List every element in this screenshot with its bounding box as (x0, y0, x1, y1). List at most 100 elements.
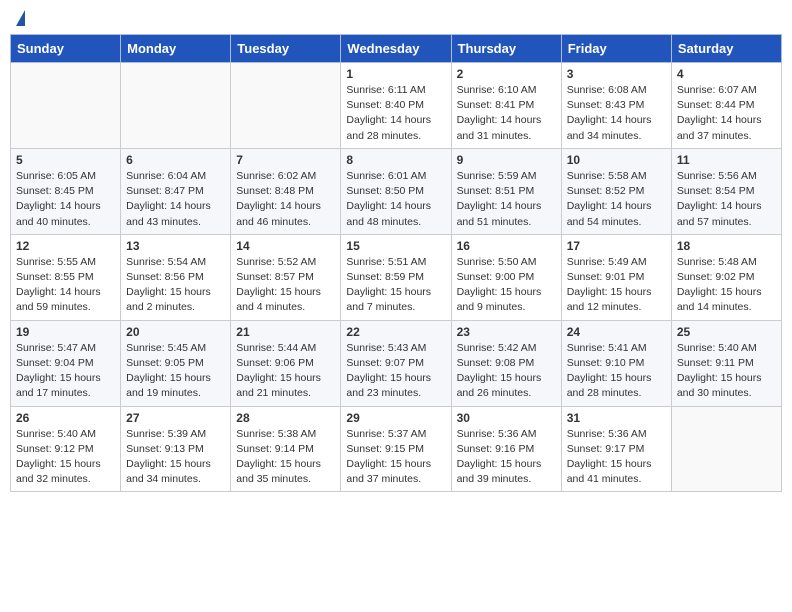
logo-triangle-icon (16, 10, 25, 26)
day-info: Sunrise: 5:40 AM Sunset: 9:11 PM Dayligh… (677, 341, 776, 402)
calendar-cell: 30 Sunrise: 5:36 AM Sunset: 9:16 PM Dayli… (451, 406, 561, 492)
calendar-cell: 5 Sunrise: 6:05 AM Sunset: 8:45 PM Daylig… (11, 148, 121, 234)
day-info: Sunrise: 5:58 AM Sunset: 8:52 PM Dayligh… (567, 169, 666, 230)
calendar-cell: 18 Sunrise: 5:48 AM Sunset: 9:02 PM Dayli… (671, 234, 781, 320)
day-number: 3 (567, 67, 666, 81)
day-info: Sunrise: 5:51 AM Sunset: 8:59 PM Dayligh… (346, 255, 445, 316)
day-number: 16 (457, 239, 556, 253)
calendar-header-thursday: Thursday (451, 35, 561, 63)
calendar-cell: 13 Sunrise: 5:54 AM Sunset: 8:56 PM Dayli… (121, 234, 231, 320)
day-info: Sunrise: 5:48 AM Sunset: 9:02 PM Dayligh… (677, 255, 776, 316)
day-info: Sunrise: 5:56 AM Sunset: 8:54 PM Dayligh… (677, 169, 776, 230)
calendar-cell: 28 Sunrise: 5:38 AM Sunset: 9:14 PM Dayli… (231, 406, 341, 492)
day-number: 4 (677, 67, 776, 81)
day-number: 6 (126, 153, 225, 167)
day-info: Sunrise: 5:47 AM Sunset: 9:04 PM Dayligh… (16, 341, 115, 402)
calendar-cell: 6 Sunrise: 6:04 AM Sunset: 8:47 PM Daylig… (121, 148, 231, 234)
calendar-header-row: SundayMondayTuesdayWednesdayThursdayFrid… (11, 35, 782, 63)
logo (14, 10, 25, 26)
day-info: Sunrise: 5:36 AM Sunset: 9:16 PM Dayligh… (457, 427, 556, 488)
calendar-cell: 21 Sunrise: 5:44 AM Sunset: 9:06 PM Dayli… (231, 320, 341, 406)
calendar-week-row: 5 Sunrise: 6:05 AM Sunset: 8:45 PM Daylig… (11, 148, 782, 234)
calendar-cell: 22 Sunrise: 5:43 AM Sunset: 9:07 PM Dayli… (341, 320, 451, 406)
day-info: Sunrise: 5:49 AM Sunset: 9:01 PM Dayligh… (567, 255, 666, 316)
day-number: 5 (16, 153, 115, 167)
day-number: 8 (346, 153, 445, 167)
day-number: 28 (236, 411, 335, 425)
calendar-cell: 2 Sunrise: 6:10 AM Sunset: 8:41 PM Daylig… (451, 63, 561, 149)
calendar-cell: 10 Sunrise: 5:58 AM Sunset: 8:52 PM Dayli… (561, 148, 671, 234)
calendar-cell: 25 Sunrise: 5:40 AM Sunset: 9:11 PM Dayli… (671, 320, 781, 406)
calendar-cell: 31 Sunrise: 5:36 AM Sunset: 9:17 PM Dayli… (561, 406, 671, 492)
calendar-cell: 15Sunrise: 5:51 AM Sunset: 8:59 PM Dayli… (341, 234, 451, 320)
calendar-cell: 19 Sunrise: 5:47 AM Sunset: 9:04 PM Dayli… (11, 320, 121, 406)
day-info: Sunrise: 5:50 AM Sunset: 9:00 PM Dayligh… (457, 255, 556, 316)
calendar-cell: 3 Sunrise: 6:08 AM Sunset: 8:43 PM Daylig… (561, 63, 671, 149)
calendar-header-friday: Friday (561, 35, 671, 63)
calendar-cell: 11Sunrise: 5:56 AM Sunset: 8:54 PM Dayli… (671, 148, 781, 234)
page-header (10, 10, 782, 26)
day-info: Sunrise: 6:04 AM Sunset: 8:47 PM Dayligh… (126, 169, 225, 230)
day-info: Sunrise: 5:42 AM Sunset: 9:08 PM Dayligh… (457, 341, 556, 402)
calendar-week-row: 12 Sunrise: 5:55 AM Sunset: 8:55 PM Dayli… (11, 234, 782, 320)
day-number: 19 (16, 325, 115, 339)
day-info: Sunrise: 5:52 AM Sunset: 8:57 PM Dayligh… (236, 255, 335, 316)
day-info: Sunrise: 5:41 AM Sunset: 9:10 PM Dayligh… (567, 341, 666, 402)
day-info: Sunrise: 6:02 AM Sunset: 8:48 PM Dayligh… (236, 169, 335, 230)
day-info: Sunrise: 5:59 AM Sunset: 8:51 PM Dayligh… (457, 169, 556, 230)
calendar-cell (231, 63, 341, 149)
day-number: 18 (677, 239, 776, 253)
calendar-cell: 17 Sunrise: 5:49 AM Sunset: 9:01 PM Dayli… (561, 234, 671, 320)
calendar-cell: 16 Sunrise: 5:50 AM Sunset: 9:00 PM Dayli… (451, 234, 561, 320)
calendar-cell: 14 Sunrise: 5:52 AM Sunset: 8:57 PM Dayli… (231, 234, 341, 320)
calendar-cell: 23 Sunrise: 5:42 AM Sunset: 9:08 PM Dayli… (451, 320, 561, 406)
calendar-cell: 4 Sunrise: 6:07 AM Sunset: 8:44 PM Daylig… (671, 63, 781, 149)
day-info: Sunrise: 5:45 AM Sunset: 9:05 PM Dayligh… (126, 341, 225, 402)
calendar-cell: 7 Sunrise: 6:02 AM Sunset: 8:48 PM Daylig… (231, 148, 341, 234)
day-number: 30 (457, 411, 556, 425)
day-info: Sunrise: 5:54 AM Sunset: 8:56 PM Dayligh… (126, 255, 225, 316)
day-info: Sunrise: 5:36 AM Sunset: 9:17 PM Dayligh… (567, 427, 666, 488)
day-number: 23 (457, 325, 556, 339)
calendar-cell: 26Sunrise: 5:40 AM Sunset: 9:12 PM Dayli… (11, 406, 121, 492)
calendar-week-row: 26Sunrise: 5:40 AM Sunset: 9:12 PM Dayli… (11, 406, 782, 492)
calendar-cell: 12 Sunrise: 5:55 AM Sunset: 8:55 PM Dayli… (11, 234, 121, 320)
day-info: Sunrise: 6:01 AM Sunset: 8:50 PM Dayligh… (346, 169, 445, 230)
calendar-cell (11, 63, 121, 149)
day-info: Sunrise: 5:40 AM Sunset: 9:12 PM Dayligh… (16, 427, 115, 488)
day-info: Sunrise: 6:07 AM Sunset: 8:44 PM Dayligh… (677, 83, 776, 144)
calendar-cell (671, 406, 781, 492)
day-info: Sunrise: 6:10 AM Sunset: 8:41 PM Dayligh… (457, 83, 556, 144)
day-info: Sunrise: 5:44 AM Sunset: 9:06 PM Dayligh… (236, 341, 335, 402)
calendar-table: SundayMondayTuesdayWednesdayThursdayFrid… (10, 34, 782, 492)
calendar-header-sunday: Sunday (11, 35, 121, 63)
calendar-cell (121, 63, 231, 149)
day-number: 12 (16, 239, 115, 253)
calendar-cell: 20 Sunrise: 5:45 AM Sunset: 9:05 PM Dayli… (121, 320, 231, 406)
day-info: Sunrise: 6:05 AM Sunset: 8:45 PM Dayligh… (16, 169, 115, 230)
calendar-cell: 9 Sunrise: 5:59 AM Sunset: 8:51 PM Daylig… (451, 148, 561, 234)
calendar-cell: 8 Sunrise: 6:01 AM Sunset: 8:50 PM Daylig… (341, 148, 451, 234)
day-number: 17 (567, 239, 666, 253)
day-number: 2 (457, 67, 556, 81)
day-number: 21 (236, 325, 335, 339)
calendar-cell: 27Sunrise: 5:39 AM Sunset: 9:13 PM Dayli… (121, 406, 231, 492)
calendar-header-monday: Monday (121, 35, 231, 63)
calendar-cell: 29Sunrise: 5:37 AM Sunset: 9:15 PM Dayli… (341, 406, 451, 492)
calendar-header-tuesday: Tuesday (231, 35, 341, 63)
day-number: 10 (567, 153, 666, 167)
day-info: Sunrise: 5:43 AM Sunset: 9:07 PM Dayligh… (346, 341, 445, 402)
day-number: 20 (126, 325, 225, 339)
day-number: 25 (677, 325, 776, 339)
day-number: 31 (567, 411, 666, 425)
day-number: 22 (346, 325, 445, 339)
day-number: 27 (126, 411, 225, 425)
day-number: 7 (236, 153, 335, 167)
day-info: Sunrise: 5:37 AM Sunset: 9:15 PM Dayligh… (346, 427, 445, 488)
day-info: Sunrise: 6:08 AM Sunset: 8:43 PM Dayligh… (567, 83, 666, 144)
day-info: Sunrise: 5:38 AM Sunset: 9:14 PM Dayligh… (236, 427, 335, 488)
day-info: Sunrise: 5:55 AM Sunset: 8:55 PM Dayligh… (16, 255, 115, 316)
day-number: 13 (126, 239, 225, 253)
day-number: 9 (457, 153, 556, 167)
day-number: 14 (236, 239, 335, 253)
